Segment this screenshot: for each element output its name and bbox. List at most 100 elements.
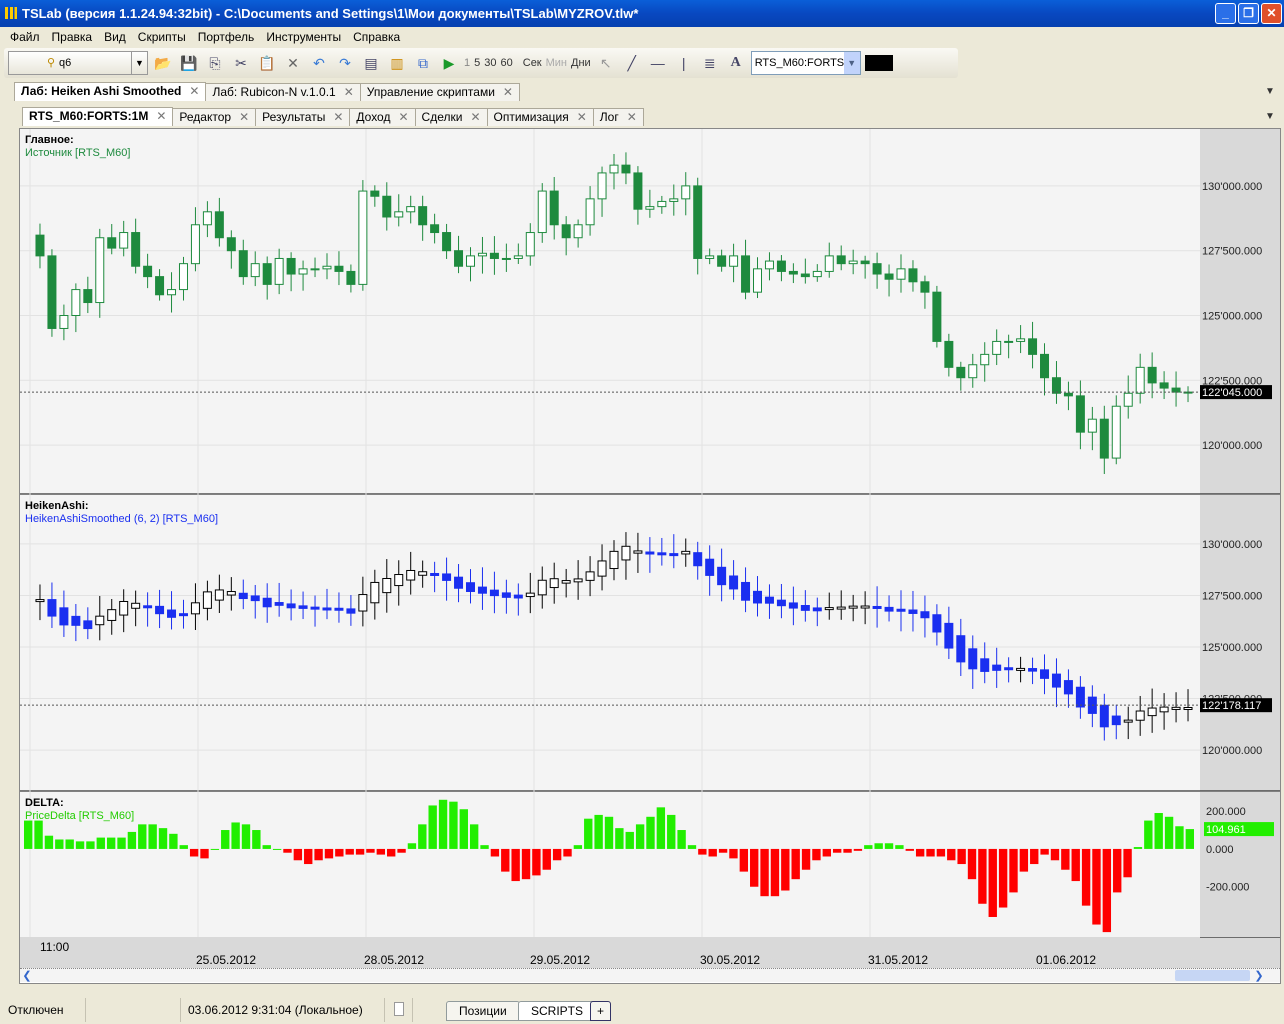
delta-bar (1164, 816, 1174, 849)
symbol-combo[interactable]: RTS_M60:FORTS ▼ (750, 51, 861, 75)
close-icon[interactable]: ✕ (398, 110, 408, 124)
datetime-status: 03.06.2012 9:31:04 (Локальное) (188, 1003, 363, 1017)
candle-body (250, 263, 260, 278)
maximize-button[interactable]: ❐ (1238, 3, 1259, 24)
candle-body (573, 224, 583, 239)
color-picker[interactable] (864, 55, 893, 71)
tab-rubicon-lab[interactable]: Лаб: Rubicon-N v.1.0.1 ✕ (205, 83, 361, 101)
add-tab-button[interactable]: + (590, 1001, 612, 1021)
ha-body (944, 622, 954, 649)
diagram-icon[interactable]: ⧉ (412, 52, 434, 74)
fibonacci-icon[interactable]: ≣ (699, 52, 721, 74)
tab-heiken-ashi-lab[interactable]: Лаб: Heiken Ashi Smoothed ✕ (14, 82, 207, 101)
candle-body (501, 257, 511, 260)
scroll-right-icon[interactable]: ❯ (1252, 969, 1266, 982)
unit-minutes[interactable]: Мин (546, 57, 567, 69)
candle-body (1171, 387, 1181, 393)
delta-bar (1081, 848, 1091, 906)
close-icon[interactable]: ✕ (503, 85, 513, 99)
candle-body (47, 255, 57, 329)
tabs-overflow-icon[interactable]: ▼ (1265, 111, 1275, 122)
tab-income[interactable]: Доход ✕ (349, 108, 416, 126)
run-icon[interactable]: ▶ (438, 52, 460, 74)
log-icon[interactable] (394, 1002, 404, 1016)
chevron-down-icon[interactable]: ▼ (131, 52, 147, 74)
close-icon[interactable]: ✕ (344, 85, 354, 99)
menu-portfolio[interactable]: Портфель (198, 30, 255, 44)
text-tool-icon[interactable]: A (725, 52, 747, 74)
delete-icon[interactable]: ✕ (282, 52, 304, 74)
line-tool-icon[interactable]: ╱ (621, 52, 643, 74)
candle-body (442, 232, 452, 252)
cut-icon[interactable]: ✂ (230, 52, 252, 74)
delta-bar (127, 831, 137, 849)
close-icon[interactable]: ✕ (333, 110, 343, 124)
tab-chart[interactable]: RTS_M60:FORTS:1M ✕ (22, 107, 174, 126)
horizontal-scrollbar[interactable]: ❮ ❯ (20, 968, 1280, 982)
menu-edit[interactable]: Правка (52, 30, 93, 44)
delta-bar (387, 848, 396, 857)
open-icon[interactable]: 📂 (152, 52, 174, 74)
close-icon[interactable]: ✕ (239, 110, 249, 124)
interval-5[interactable]: 5 (474, 57, 480, 69)
tab-editor[interactable]: Редактор ✕ (172, 108, 257, 126)
candle-body (418, 206, 428, 226)
menu-file[interactable]: Файл (10, 30, 40, 44)
ha-body (513, 594, 523, 599)
tab-log[interactable]: Лог ✕ (592, 108, 644, 126)
chart-area[interactable]: 130'000.000 127'500.000 125'000.000 122'500… (19, 128, 1281, 984)
close-icon[interactable]: ✕ (627, 110, 637, 124)
tab-scripts[interactable]: SCRIPTS (518, 1001, 597, 1021)
delta-bar (822, 848, 831, 857)
interval-30[interactable]: 30 (484, 57, 496, 69)
undo-icon[interactable]: ↶ (308, 52, 330, 74)
menu-tools[interactable]: Инструменты (266, 30, 341, 44)
close-icon[interactable]: ✕ (156, 109, 166, 123)
ha-body (143, 605, 153, 609)
chart-canvas[interactable]: 130'000.000127'500.000125'000.000122'500… (20, 129, 1280, 969)
unit-seconds[interactable]: Сек (523, 57, 542, 69)
copy-icon[interactable]: ⎘ (204, 52, 226, 74)
chart-icon[interactable]: ▥ (386, 52, 408, 74)
tab-results[interactable]: Результаты ✕ (255, 108, 351, 126)
scrollbar-thumb[interactable] (1175, 970, 1250, 981)
interval-60[interactable]: 60 (501, 57, 513, 69)
close-icon[interactable]: ✕ (189, 84, 199, 98)
menu-view[interactable]: Вид (104, 30, 126, 44)
candle-body (836, 255, 846, 265)
ha-body (633, 550, 643, 554)
delta-bar (687, 845, 697, 849)
interval-1[interactable]: 1 (464, 57, 470, 69)
tab-trades[interactable]: Сделки ✕ (414, 108, 488, 126)
close-button[interactable]: ✕ (1261, 3, 1282, 24)
chevron-down-icon[interactable]: ▼ (843, 52, 860, 74)
menu-help[interactable]: Справка (353, 30, 400, 44)
ha-body (812, 607, 822, 612)
tab-positions[interactable]: Позиции (446, 1001, 520, 1021)
tabs-overflow-icon[interactable]: ▼ (1265, 86, 1275, 97)
hline-tool-icon[interactable]: — (647, 52, 669, 74)
properties-icon[interactable]: ▤ (360, 52, 382, 74)
delta-bar (117, 837, 126, 849)
scroll-left-icon[interactable]: ❮ (20, 969, 34, 982)
pointer-icon[interactable]: ↖ (595, 52, 617, 74)
ha-body (465, 582, 475, 592)
candle-body (107, 237, 117, 249)
close-icon[interactable]: ✕ (470, 110, 480, 124)
vline-tool-icon[interactable]: | (673, 52, 695, 74)
candle-body (729, 255, 739, 267)
profile-combo[interactable]: ⚲ q6 ▼ (8, 51, 148, 75)
save-icon[interactable]: 💾 (178, 52, 200, 74)
menu-scripts[interactable]: Скрипты (138, 30, 186, 44)
minimize-button[interactable]: _ (1215, 3, 1236, 24)
unit-days[interactable]: Дни (571, 57, 591, 69)
delta-bar (936, 848, 946, 857)
redo-icon[interactable]: ↷ (334, 52, 356, 74)
close-icon[interactable]: ✕ (577, 110, 587, 124)
candle-body (238, 250, 248, 278)
tab-optimization[interactable]: Оптимизация ✕ (486, 108, 594, 126)
delta-bar (563, 848, 572, 857)
paste-icon[interactable]: 📋 (256, 52, 278, 74)
tab-script-manager[interactable]: Управление скриптами ✕ (359, 83, 520, 101)
connection-status: Отключен (8, 1003, 64, 1017)
